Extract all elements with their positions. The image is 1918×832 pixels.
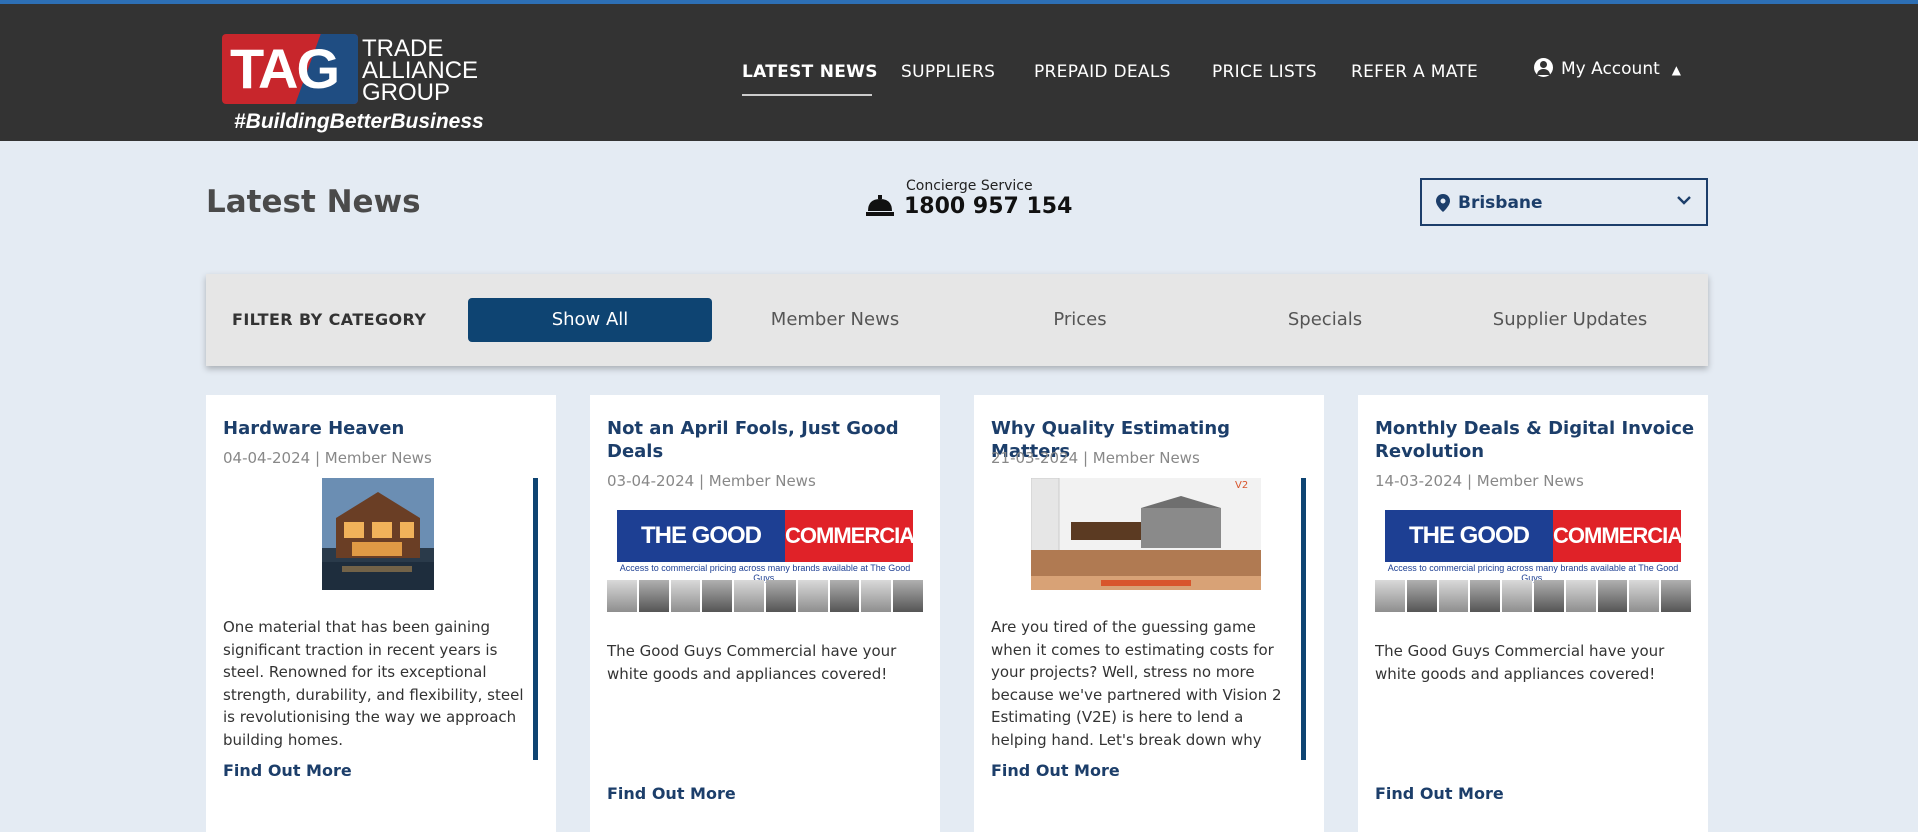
filter-specials[interactable]: Specials: [1203, 298, 1447, 342]
concierge-label: Concierge Service: [906, 178, 1033, 194]
filter-supplier-updates[interactable]: Supplier Updates: [1448, 298, 1692, 342]
nav-active-underline: [742, 94, 872, 96]
appliance-strip: [1375, 580, 1691, 612]
house-photo: [322, 478, 434, 590]
news-card: Hardware Heaven 04-04-2024 | Member News…: [206, 395, 556, 832]
my-account-menu[interactable]: My Account ▲: [1534, 58, 1681, 79]
news-card-excerpt: Are you tired of the guessing game when …: [991, 618, 1282, 754]
filter-prices[interactable]: Prices: [958, 298, 1202, 342]
good-guys-banner: THE GOOD GUYS COMMERCIAL Access to commer…: [607, 510, 923, 612]
nav-latest-news[interactable]: LATEST NEWS: [742, 62, 878, 82]
news-card-meta: 21-03-2024 | Member News: [991, 449, 1200, 467]
logo-hashtag: #BuildingBetterBusiness: [234, 110, 484, 133]
page-title: Latest News: [206, 184, 421, 220]
site-header: TAG TRADE ALLIANCE GROUP #BuildingBetter…: [0, 4, 1918, 141]
logo-badge: TAG: [222, 34, 358, 104]
news-card-meta: 03-04-2024 | Member News: [607, 472, 816, 490]
news-card-excerpt: The Good Guys Commercial have your white…: [607, 642, 897, 683]
estimating-render: V2: [1031, 478, 1261, 590]
user-icon: [1534, 58, 1553, 77]
tag-logo[interactable]: TAG TRADE ALLIANCE GROUP #BuildingBetter…: [222, 34, 512, 138]
good-guys-banner: THE GOOD GUYS COMMERCIAL Access to commer…: [1375, 510, 1691, 612]
news-card-excerpt: One material that has been gaining signi…: [223, 618, 524, 749]
news-card-image[interactable]: V2: [1031, 478, 1261, 590]
logo-line: GROUP: [362, 79, 451, 106]
news-card: Why Quality Estimating Matters 21-03-202…: [974, 395, 1324, 832]
news-card-title[interactable]: Monthly Deals & Digital Invoice Revoluti…: [1375, 417, 1695, 463]
banner-right-text: COMMERCIAL: [785, 510, 923, 562]
card-scrollbar[interactable]: [1301, 478, 1306, 760]
location-value: Brisbane: [1458, 193, 1543, 213]
find-out-more-link[interactable]: Find Out More: [1375, 784, 1504, 803]
banner-right-text: COMMERCIAL: [1553, 510, 1691, 562]
chevron-up-icon: ▲: [1671, 63, 1682, 77]
news-card-image[interactable]: THE GOOD GUYS COMMERCIAL Access to commer…: [607, 510, 923, 612]
news-card-title[interactable]: Not an April Fools, Just Good Deals: [607, 417, 927, 463]
svg-text:V2: V2: [1235, 480, 1248, 491]
nav-prepaid-deals[interactable]: PREPAID DEALS: [1034, 62, 1171, 82]
filter-member-news[interactable]: Member News: [713, 298, 957, 342]
concierge-phone[interactable]: 1800 957 154: [904, 194, 1072, 219]
my-account-label: My Account: [1561, 59, 1660, 79]
find-out-more-link[interactable]: Find Out More: [607, 784, 736, 803]
filter-show-all[interactable]: Show All: [468, 298, 712, 342]
nav-suppliers[interactable]: SUPPLIERS: [901, 62, 995, 82]
banner-left-text: THE GOOD GUYS: [1385, 510, 1553, 601]
news-card-image[interactable]: [322, 478, 434, 590]
category-filter-bar: FILTER BY CATEGORY Show All Member News …: [206, 274, 1708, 366]
chevron-down-icon: [1677, 196, 1691, 205]
nav-price-lists[interactable]: PRICE LISTS: [1212, 62, 1317, 82]
news-card: Monthly Deals & Digital Invoice Revoluti…: [1358, 395, 1708, 832]
location-select[interactable]: Brisbane: [1420, 178, 1708, 226]
logo-wordmark: TRADE ALLIANCE GROUP: [362, 37, 478, 106]
card-scrollbar[interactable]: [533, 478, 538, 760]
banner-left-text: THE GOOD GUYS: [617, 510, 785, 601]
find-out-more-link[interactable]: Find Out More: [223, 761, 352, 780]
news-card-title[interactable]: Hardware Heaven: [223, 417, 543, 440]
appliance-strip: [607, 580, 923, 612]
nav-refer-a-mate[interactable]: REFER A MATE: [1351, 62, 1478, 82]
concierge-bell-icon: [866, 195, 894, 216]
news-card-image[interactable]: THE GOOD GUYS COMMERCIAL Access to commer…: [1375, 510, 1691, 612]
find-out-more-link[interactable]: Find Out More: [991, 761, 1120, 780]
news-card: Not an April Fools, Just Good Deals 03-0…: [590, 395, 940, 832]
filter-label: FILTER BY CATEGORY: [232, 310, 427, 329]
map-pin-icon: [1436, 194, 1450, 212]
news-card-meta: 14-03-2024 | Member News: [1375, 472, 1584, 490]
news-card-excerpt: The Good Guys Commercial have your white…: [1375, 642, 1665, 683]
news-card-meta: 04-04-2024 | Member News: [223, 449, 432, 467]
logo-text: TAG: [230, 37, 340, 100]
